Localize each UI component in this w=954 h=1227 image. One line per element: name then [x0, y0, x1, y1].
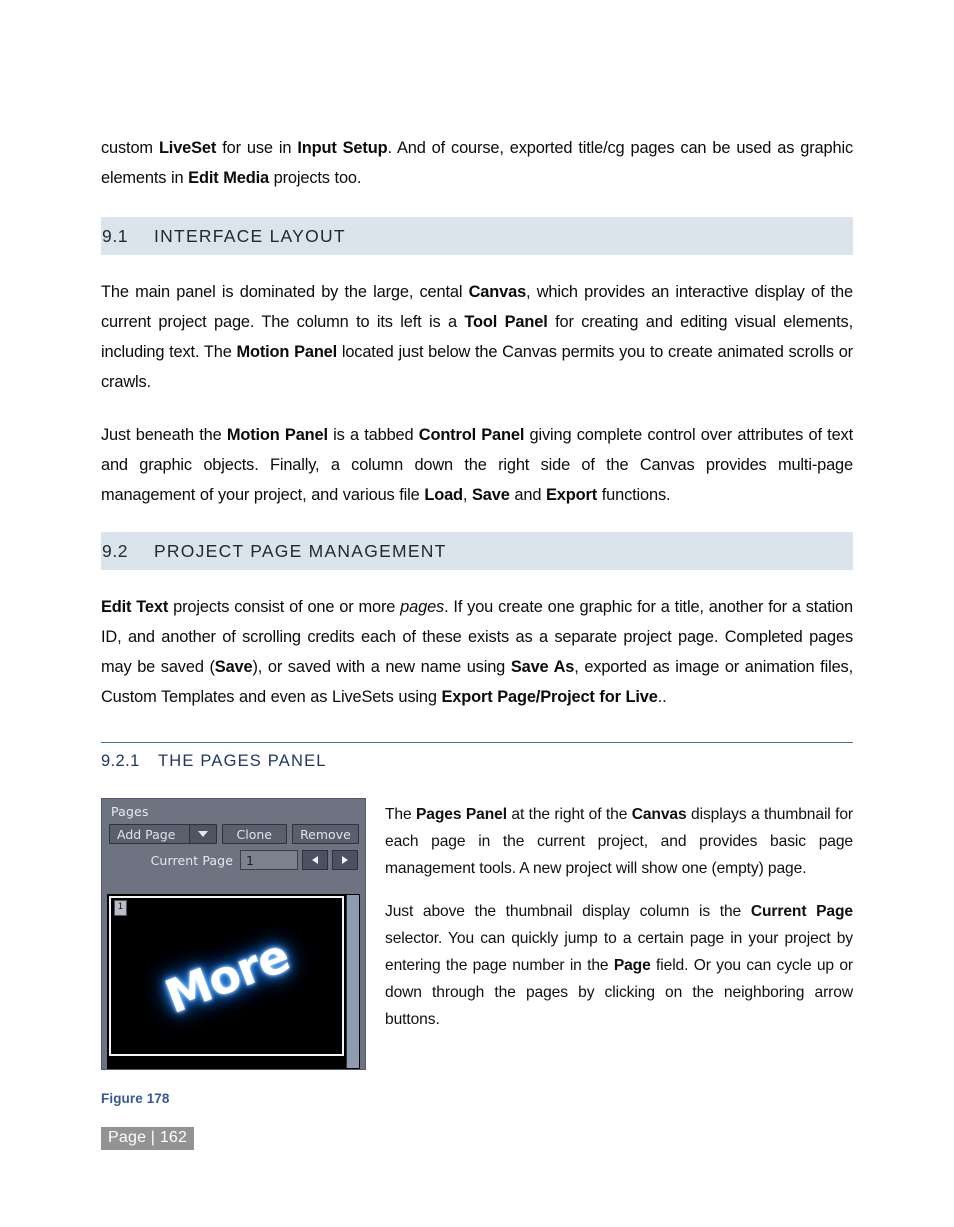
- section-title: PROJECT PAGE MANAGEMENT: [154, 540, 447, 561]
- section-title: INTERFACE LAYOUT: [154, 225, 346, 246]
- triangle-left-icon: [312, 856, 318, 864]
- thumbnail-page-number: 1: [114, 900, 127, 916]
- triangle-right-icon: [342, 856, 348, 864]
- section-heading-9-2: 9.2 PROJECT PAGE MANAGEMENT: [101, 532, 853, 570]
- section-9-2-1-paragraph-1: The Pages Panel at the right of the Canv…: [385, 806, 853, 877]
- current-page-label: Current Page: [150, 852, 233, 868]
- page-footer: Page | 162: [101, 1127, 195, 1150]
- figure-and-text-row: Pages Add Page Clone Remove Current Page: [101, 798, 853, 1106]
- section-9-1-paragraph-2: Just beneath the Motion Panel is a tabbe…: [101, 426, 853, 504]
- add-page-dropdown[interactable]: Add Page: [109, 824, 217, 844]
- subsection-number: 9.2.1: [101, 752, 140, 770]
- pages-panel-toolbar: Add Page Clone Remove: [102, 819, 365, 844]
- page-number-badge: Page | 162: [101, 1127, 195, 1150]
- section-9-1-paragraph-1: The main panel is dominated by the large…: [101, 283, 853, 391]
- add-page-label: Add Page: [117, 826, 176, 842]
- clone-button[interactable]: Clone: [221, 824, 287, 844]
- remove-button[interactable]: Remove: [291, 824, 359, 844]
- thumbnail-scrollbar[interactable]: [346, 895, 359, 1068]
- thumbnail-text: More: [157, 927, 296, 1025]
- subsection-heading-9-2-1: 9.2.1 THE PAGES PANEL: [101, 742, 853, 771]
- intro-paragraph: custom LiveSet for use in Input Setup. A…: [101, 139, 853, 187]
- pages-panel-title: Pages: [111, 804, 149, 819]
- section-9-2-1-paragraph-2: Just above the thumbnail display column …: [385, 903, 853, 1028]
- previous-page-button[interactable]: [302, 850, 328, 870]
- thumbnail-list: 1 More: [107, 894, 360, 1069]
- section-number: 9.1: [102, 225, 129, 246]
- figure-side-text-column: The Pages Panel at the right of the Canv…: [385, 798, 853, 1033]
- thumbnail-list-inner: 1 More: [107, 894, 346, 1069]
- pages-panel-screenshot: Pages Add Page Clone Remove Current Page: [101, 798, 366, 1070]
- page-content: custom LiveSet for use in Input Setup. A…: [101, 133, 853, 1106]
- document-page: custom LiveSet for use in Input Setup. A…: [0, 0, 954, 1227]
- section-9-2-paragraph: Edit Text projects consist of one or mor…: [101, 598, 853, 706]
- current-page-input[interactable]: 1: [240, 850, 298, 870]
- subsection-title: THE PAGES PANEL: [158, 752, 327, 770]
- figure-caption: Figure 178: [101, 1091, 170, 1106]
- next-page-button[interactable]: [332, 850, 358, 870]
- section-number: 9.2: [102, 540, 129, 561]
- figure-column: Pages Add Page Clone Remove Current Page: [101, 798, 369, 1106]
- chevron-down-icon[interactable]: [188, 825, 216, 843]
- page-thumbnail[interactable]: 1 More: [109, 896, 344, 1056]
- current-page-row: Current Page 1: [102, 844, 365, 870]
- section-heading-9-1: 9.1 INTERFACE LAYOUT: [101, 217, 853, 255]
